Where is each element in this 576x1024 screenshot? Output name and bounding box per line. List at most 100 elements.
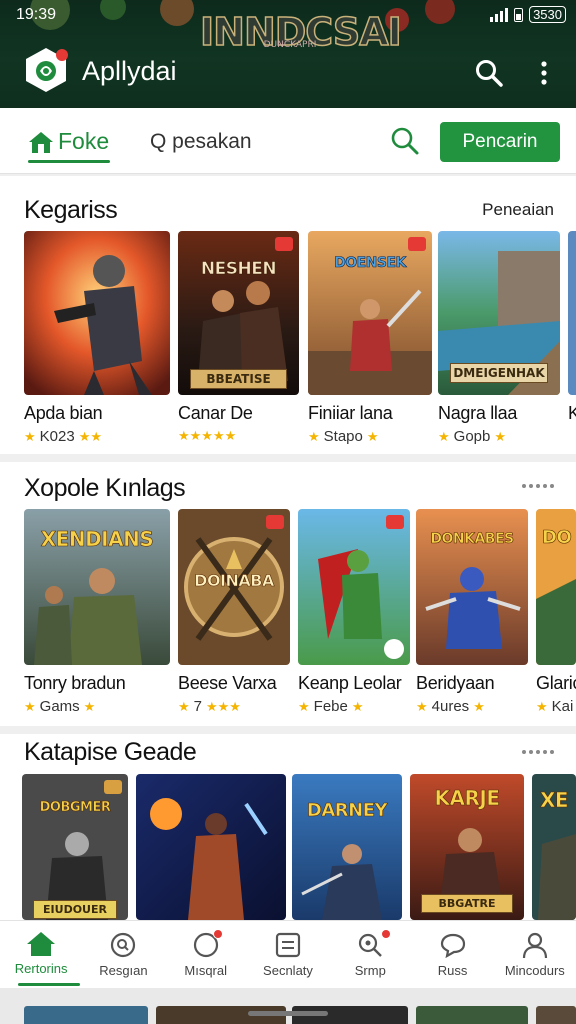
- game-thumbnail: DOINABA: [178, 509, 290, 665]
- star-icon: ★: [308, 428, 320, 444]
- game-card[interactable]: Apda bian ★ K023 ★★: [24, 231, 178, 445]
- tab-active-indicator: [28, 160, 110, 163]
- game-art-title: DOINABA: [194, 571, 275, 591]
- game-rating: ★ Kai: [536, 698, 576, 715]
- star-icon: ★: [351, 698, 364, 714]
- chat-bubble-icon: [440, 933, 465, 959]
- see-more-link[interactable]: Peneaian: [482, 200, 554, 220]
- game-title: Nagra llaa: [438, 403, 518, 423]
- star-icon: ★★★★★: [178, 428, 237, 443]
- home-indicator[interactable]: [248, 1011, 328, 1016]
- rating-text: Kai: [551, 698, 574, 715]
- banner-logo: INNDCSAI DUNCKAPRI: [199, 4, 402, 55]
- game-card[interactable]: NESHEN BBEATISE Canar De ★★★★★: [178, 231, 308, 445]
- battery-level: 3530: [529, 6, 566, 23]
- rating-text: Gopb: [453, 428, 491, 445]
- banner-subtitle: DUNCKAPRI: [263, 40, 317, 50]
- game-art-plate: EIUDOUER: [32, 900, 118, 919]
- game-thumbnail: DARNEY: [292, 774, 402, 920]
- game-rating: ★ Stapo ★: [308, 428, 438, 445]
- more-dots-icon[interactable]: [522, 750, 554, 754]
- nav-item-search[interactable]: Resgıan: [82, 921, 164, 988]
- game-title: Apda bian: [24, 403, 103, 423]
- game-art-title: DONKABES: [430, 531, 514, 548]
- game-title: K: [568, 403, 576, 423]
- game-rating: ★ 7 ★★★: [178, 698, 298, 715]
- game-card[interactable]: DONKABES Beridyaan ★ 4ures ★: [416, 509, 536, 715]
- game-rating: ★ 4ures ★: [416, 698, 536, 715]
- game-card[interactable]: DO Glaric ★ Kai: [536, 509, 576, 715]
- app-title: Apllydai: [82, 56, 177, 86]
- game-title: Canar De: [178, 403, 253, 423]
- game-card[interactable]: DOBGMER EIUDOUER: [22, 774, 136, 920]
- card-row: Apda bian ★ K023 ★★ NESHEN BBEATISE Cana…: [24, 231, 576, 445]
- rating-text: 4ures: [431, 698, 470, 715]
- section-popular: Xopole Kınlags XENDIANS Tonry bradun ★ G…: [0, 462, 576, 726]
- star-icon: ★: [473, 698, 485, 714]
- notification-dot: [381, 929, 392, 939]
- badge-icon: [408, 237, 426, 251]
- game-thumbnail: [24, 231, 170, 395]
- star-icon: ★: [438, 428, 450, 444]
- game-card[interactable]: KARJE BBGATRE: [410, 774, 532, 920]
- star-icon: ★: [178, 698, 190, 714]
- nav-label: Rertorins: [14, 961, 68, 976]
- game-art-plate: BBGATRE: [421, 894, 513, 913]
- bottom-navigation: Rertorins Resgıan Mısqral Secnlaty Srmp …: [0, 920, 576, 988]
- game-art-title: DOENSEK: [334, 255, 407, 272]
- search-icon[interactable]: [390, 126, 420, 156]
- tab-search[interactable]: Q pesakan: [150, 130, 252, 154]
- search-circle-icon: [111, 932, 136, 958]
- nav-label: Secnlaty: [263, 963, 313, 978]
- game-thumbnail: [568, 231, 576, 395]
- app-bar: INNDCSAI DUNCKAPRI 19:39 3530 Apllydai: [0, 0, 576, 108]
- badge-icon: [275, 237, 293, 251]
- section-featured: Kegariss Peneaian Apda bian ★ K023 ★★ NE…: [0, 176, 576, 454]
- search-button[interactable]: Pencarin: [440, 122, 560, 162]
- nav-label: Resgıan: [99, 963, 148, 978]
- search-icon[interactable]: [474, 58, 504, 88]
- tab-home[interactable]: Foke: [28, 128, 109, 155]
- nav-item-chat[interactable]: Russ: [411, 921, 493, 988]
- game-card[interactable]: DARNEY: [292, 774, 410, 920]
- game-art-plate: BBEATISE: [190, 369, 287, 389]
- game-art-title: DOBGMER: [39, 800, 111, 816]
- nav-item-find[interactable]: Srmp: [329, 921, 411, 988]
- star-icon: ★: [24, 698, 36, 714]
- game-card[interactable]: [136, 774, 292, 920]
- star-icon: ★★★: [206, 698, 241, 714]
- game-card[interactable]: XENDIANS Tonry bradun ★ Gams ★: [24, 509, 178, 715]
- star-icon: ★: [366, 428, 379, 444]
- signal-icon: [490, 7, 509, 22]
- game-card[interactable]: XE: [532, 774, 576, 920]
- app-logo-icon[interactable]: [24, 46, 68, 94]
- game-card[interactable]: DMEIGENHAK Nagra llaa ★ Gopb ★: [438, 231, 568, 445]
- nav-label: Mincodurs: [504, 963, 565, 978]
- nav-item-circle[interactable]: Mısqral: [165, 921, 247, 988]
- nav-item-home[interactable]: Rertorins: [0, 921, 82, 988]
- game-card[interactable]: DOENSEK Finiiar lana ★ Stapo ★: [308, 231, 438, 445]
- game-title: Beese Varxa: [178, 673, 277, 693]
- star-icon: ★: [298, 698, 310, 714]
- more-vert-icon[interactable]: [534, 58, 554, 88]
- game-title: Beridyaan: [416, 673, 495, 693]
- more-dots-icon[interactable]: [522, 484, 554, 488]
- home-icon: [27, 932, 56, 956]
- user-icon: [522, 932, 547, 959]
- game-card[interactable]: DOINABA Beese Varxa ★ 7 ★★★: [178, 509, 298, 715]
- game-rating: ★ Gopb ★: [438, 428, 568, 445]
- top-tabs: Foke Q pesakan Pencarin: [0, 108, 576, 174]
- nav-label: Mısqral: [184, 963, 228, 978]
- game-card[interactable]: Keanp Leolar ★ Febe ★: [298, 509, 416, 715]
- section-category: Katapise Geade DOBGMER EIUDOUER DARNEY K…: [0, 734, 576, 920]
- game-rating: ★ Febe ★: [298, 698, 416, 715]
- decoration: [100, 0, 126, 20]
- nav-label: Russ: [437, 963, 468, 978]
- nav-item-profile[interactable]: Mincodurs: [494, 921, 576, 988]
- star-icon: ★: [416, 698, 428, 714]
- status-time: 19:39: [16, 6, 57, 23]
- game-card[interactable]: K: [568, 231, 576, 445]
- search-icon: [359, 933, 383, 957]
- nav-item-list[interactable]: Secnlaty: [247, 921, 329, 988]
- notification-dot: [212, 929, 223, 939]
